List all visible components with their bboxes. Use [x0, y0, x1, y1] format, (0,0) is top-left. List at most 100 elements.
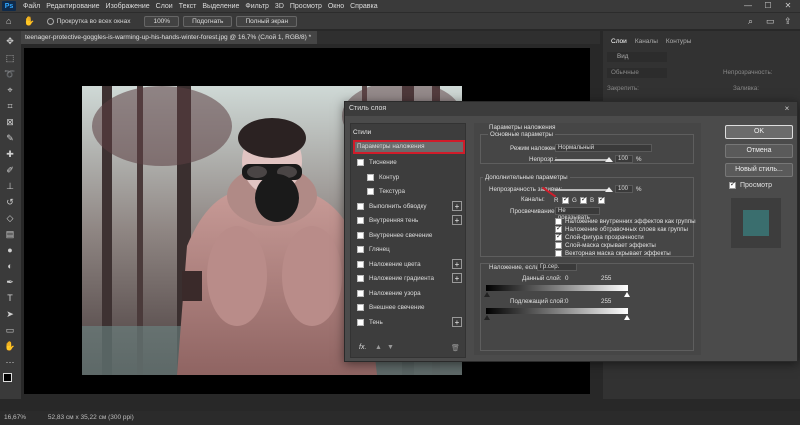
menu-3d[interactable]: 3D: [272, 3, 287, 10]
style-item[interactable]: Тиснение: [353, 156, 465, 169]
add-style-icon[interactable]: +: [452, 215, 462, 225]
style-checkbox[interactable]: [357, 304, 364, 311]
underlying-black-slider[interactable]: [484, 315, 490, 320]
workspace-icon[interactable]: ▭: [766, 16, 775, 27]
pen-tool-icon[interactable]: ✒: [4, 276, 16, 288]
menu-edit[interactable]: Редактирование: [43, 3, 102, 10]
blend-if-dropdown[interactable]: Гр.сер.: [537, 263, 577, 271]
this-layer-black-slider[interactable]: [484, 292, 490, 297]
style-item[interactable]: Внутреннее свечение: [353, 229, 465, 242]
style-item[interactable]: Внутренняя тень +: [353, 214, 465, 227]
blur-tool-icon[interactable]: ●: [4, 244, 16, 256]
zoom-level[interactable]: 16,67%: [4, 414, 26, 421]
fit-screen-button[interactable]: Подогнать: [183, 15, 233, 27]
advanced-option-checkbox[interactable]: [555, 242, 562, 249]
scroll-all-checkbox[interactable]: [46, 17, 54, 25]
add-style-icon[interactable]: +: [452, 258, 462, 269]
dodge-tool-icon[interactable]: ◐: [4, 260, 16, 272]
style-item[interactable]: Глянец: [353, 243, 465, 256]
share-icon[interactable]: ⇪: [784, 16, 792, 27]
add-style-icon[interactable]: +: [452, 316, 462, 327]
ok-button[interactable]: OK: [725, 125, 793, 139]
maximize-button[interactable]: ☐: [758, 0, 778, 12]
more-tools-icon[interactable]: ⋯: [4, 356, 16, 368]
opacity-input[interactable]: 100: [615, 155, 633, 163]
style-checkbox[interactable]: [357, 246, 364, 253]
menu-help[interactable]: Справка: [347, 3, 380, 10]
dialog-close-icon[interactable]: ×: [781, 102, 793, 116]
this-layer-white-slider[interactable]: [624, 292, 630, 297]
menu-image[interactable]: Изображение: [103, 3, 153, 10]
fill-opacity-input[interactable]: 100: [615, 185, 633, 193]
eyedropper-tool-icon[interactable]: ✎: [4, 132, 16, 144]
tab-channels[interactable]: Каналы: [631, 38, 662, 45]
brush-tool-icon[interactable]: ✐: [4, 164, 16, 176]
trash-icon[interactable]: 🗑: [451, 344, 460, 352]
style-checkbox[interactable]: [357, 217, 364, 224]
menu-select[interactable]: Выделение: [199, 3, 242, 10]
hand-tool-icon[interactable]: ✋: [23, 16, 34, 27]
style-checkbox[interactable]: [367, 188, 374, 195]
style-checkbox[interactable]: [357, 260, 364, 268]
add-style-icon[interactable]: +: [452, 200, 462, 211]
channel-g-checkbox[interactable]: [580, 195, 587, 204]
shape-tool-icon[interactable]: ▭: [4, 324, 16, 336]
opacity-slider-thumb[interactable]: [605, 157, 613, 162]
style-blending-options[interactable]: Параметры наложения: [353, 140, 465, 154]
style-checkbox[interactable]: [357, 202, 364, 210]
style-checkbox[interactable]: [357, 231, 364, 239]
search-icon[interactable]: ⌕: [748, 16, 753, 27]
move-tool-icon[interactable]: ✥: [4, 35, 16, 47]
channel-b-checkbox[interactable]: [598, 195, 605, 204]
menu-view[interactable]: Просмотр: [287, 3, 325, 10]
style-checkbox[interactable]: [357, 289, 364, 297]
blend-mode-select[interactable]: Обычные: [607, 68, 667, 78]
style-checkbox[interactable]: [357, 159, 364, 166]
advanced-option-checkbox[interactable]: [555, 232, 562, 241]
foreground-color-swatch[interactable]: [3, 373, 12, 382]
styles-header[interactable]: Стили: [353, 126, 465, 139]
menu-filter[interactable]: Фильтр: [242, 3, 272, 10]
style-checkbox[interactable]: [357, 318, 364, 326]
tab-layers[interactable]: Слои: [607, 38, 631, 45]
fill-screen-button[interactable]: Полный экран: [236, 15, 298, 27]
history-brush-tool-icon[interactable]: ↺: [4, 196, 16, 208]
quick-select-tool-icon[interactable]: ⌖: [4, 84, 16, 96]
home-icon[interactable]: ⌂: [6, 16, 11, 26]
gradient-tool-icon[interactable]: ▤: [4, 228, 16, 240]
fill-opacity-slider-thumb[interactable]: [605, 187, 613, 192]
tab-paths[interactable]: Контуры: [662, 38, 696, 45]
style-item[interactable]: Тень +: [353, 316, 465, 329]
advanced-option-checkbox[interactable]: [555, 250, 562, 257]
knockout-dropdown[interactable]: Не показывать: [555, 207, 600, 221]
style-item[interactable]: Внешнее свечение: [353, 301, 465, 314]
cancel-button[interactable]: Отмена: [725, 144, 793, 158]
type-tool-icon[interactable]: T: [4, 292, 16, 304]
hand-tool-icon[interactable]: ✋: [4, 340, 16, 352]
preview-checkbox[interactable]: [729, 180, 736, 189]
fill-opacity-slider-track[interactable]: [555, 189, 610, 191]
add-style-icon[interactable]: +: [452, 273, 462, 283]
stamp-tool-icon[interactable]: ⊥: [4, 180, 16, 192]
dialog-title-bar[interactable]: Стиль слоя: [345, 102, 797, 116]
style-item[interactable]: Наложение узора: [353, 287, 465, 300]
underlying-layer-gradient[interactable]: [486, 308, 628, 314]
style-item[interactable]: Контур: [353, 171, 465, 184]
crop-tool-icon[interactable]: ⌗: [4, 100, 16, 112]
new-style-button[interactable]: Новый стиль...: [725, 163, 793, 177]
style-item[interactable]: Наложение цвета +: [353, 258, 465, 271]
healing-tool-icon[interactable]: ✚: [4, 148, 16, 160]
menu-file[interactable]: Файл: [20, 3, 43, 10]
menu-layers[interactable]: Слои: [153, 3, 176, 10]
blend-mode-dropdown[interactable]: Нормальный: [555, 144, 652, 152]
style-checkbox[interactable]: [367, 173, 374, 181]
style-item[interactable]: Выполнить обводку +: [353, 200, 465, 213]
style-checkbox[interactable]: [357, 275, 364, 282]
menu-type[interactable]: Текст: [176, 3, 200, 10]
move-up-icon[interactable]: ▲: [375, 344, 382, 351]
fx-button[interactable]: fx.: [359, 344, 366, 351]
document-tab[interactable]: teenager-protective-goggles-is-warming-u…: [21, 31, 317, 44]
style-item[interactable]: Текстура: [353, 185, 465, 198]
eraser-tool-icon[interactable]: ◇: [4, 212, 16, 224]
underlying-white-slider[interactable]: [624, 315, 630, 320]
